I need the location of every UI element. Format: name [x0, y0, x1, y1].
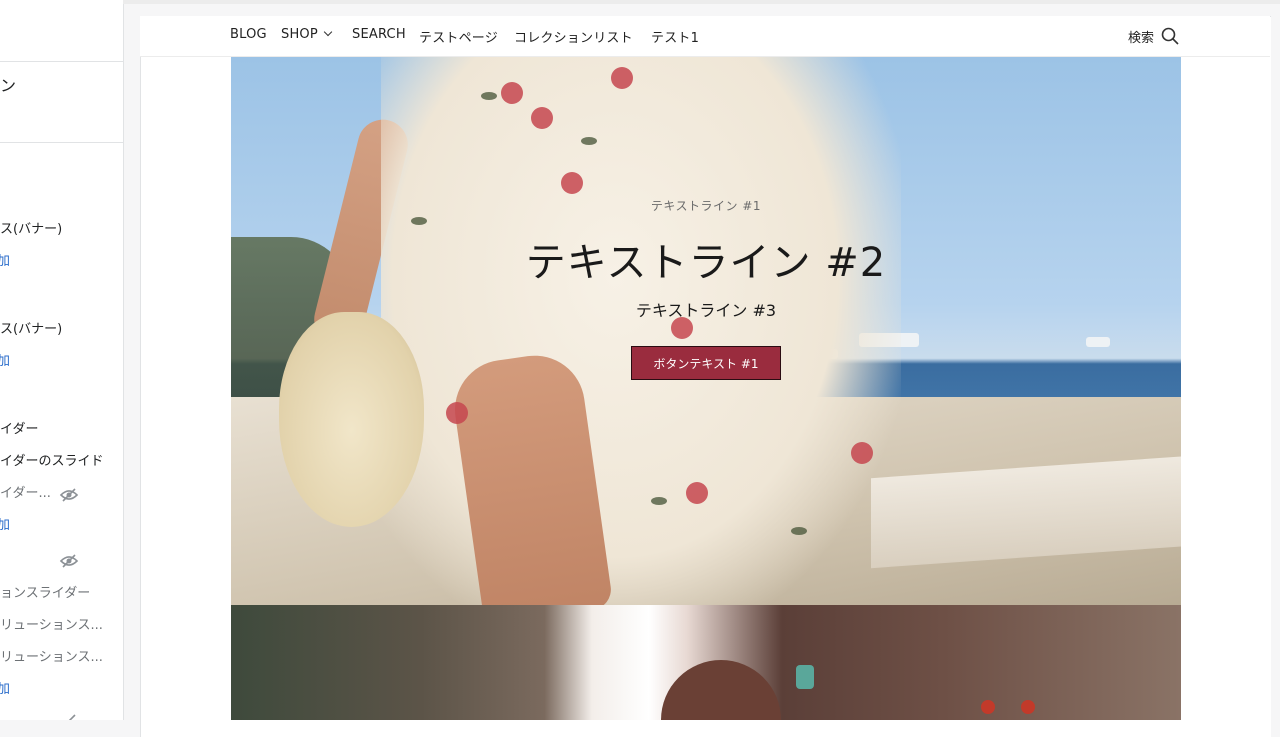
sidebar-add-block-link[interactable]: 加 — [0, 516, 10, 536]
hero-heading: テキストライン #2 — [525, 240, 887, 286]
sidebar-divider — [0, 142, 123, 143]
hero-slide-image — [231, 57, 1181, 605]
chevron-down-icon — [323, 27, 333, 37]
sidebar-item-collection-slider[interactable]: ョンスライダー — [0, 584, 90, 604]
store-header-nav: BLOG SHOP SEARCH テストページ コレクションリスト テスト1 検… — [140, 16, 1270, 57]
nav-link-shop[interactable]: SHOP — [281, 27, 333, 42]
eye-slash-icon[interactable] — [59, 488, 79, 502]
nav-link-blog[interactable]: BLOG — [230, 27, 267, 42]
nav-link-shop-label: SHOP — [281, 27, 318, 42]
eye-slash-icon[interactable] — [59, 554, 79, 568]
editor-sidebar: ン ス(バナー) 加 ス(バナー) 加 イダー イダーのスライド イダー... … — [0, 0, 124, 720]
nav-link-search[interactable]: SEARCH — [352, 27, 406, 42]
nav-link-test1[interactable]: テスト1 — [651, 27, 699, 46]
sidebar-item-slider-slide[interactable]: イダーのスライド — [0, 452, 103, 472]
sidebar-add-block-link[interactable]: 加 — [0, 252, 10, 272]
preview-top-bar — [123, 0, 1280, 4]
nav-link-collection-list[interactable]: コレクションリスト — [514, 27, 633, 46]
sidebar-divider — [0, 61, 123, 62]
hero-text-line-1: テキストライン #1 — [650, 199, 762, 213]
sidebar-item-solution-slider-2[interactable]: リューションス... — [0, 648, 103, 668]
nav-link-test-page[interactable]: テストページ — [419, 27, 498, 46]
sidebar-item-banner-1[interactable]: ス(バナー) — [0, 220, 62, 240]
sidebar-item-banner-2[interactable]: ス(バナー) — [0, 320, 62, 340]
sidebar-add-block-link[interactable]: 加 — [0, 680, 10, 700]
hero-subheading: テキストライン #3 — [635, 301, 777, 320]
search-icon[interactable] — [1160, 26, 1180, 46]
sidebar-section-title: ン — [0, 76, 17, 95]
sidebar-item-slider-block[interactable]: イダー... — [0, 484, 51, 504]
eye-slash-icon[interactable] — [59, 714, 79, 720]
second-slide-image — [231, 605, 1181, 720]
hero-cta-button[interactable]: ボタンテキスト #1 — [631, 346, 781, 380]
sidebar-item-slider[interactable]: イダー — [0, 420, 38, 440]
sidebar-item-solution-slider-1[interactable]: リューションス... — [0, 616, 103, 636]
sidebar-add-block-link[interactable]: 加 — [0, 352, 10, 372]
header-search-label[interactable]: 検索 — [1128, 27, 1154, 46]
